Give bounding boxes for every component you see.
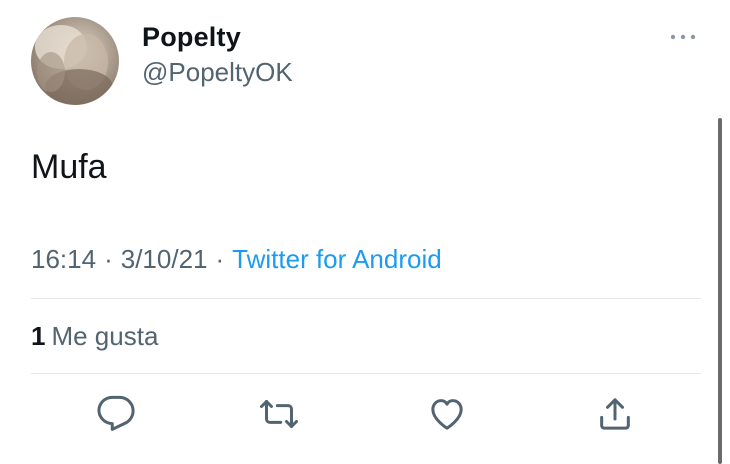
likes-stat[interactable]: 1 Me gusta bbox=[31, 321, 158, 352]
likes-count: 1 bbox=[31, 321, 46, 351]
likes-label: Me gusta bbox=[51, 321, 159, 351]
tweet-time: 16:14 bbox=[31, 244, 97, 274]
tweet-source-link[interactable]: Twitter for Android bbox=[232, 244, 442, 274]
divider bbox=[31, 373, 701, 374]
tweet-detail: Popelty @PopeltyOK Mufa 16:14 · 3/10/21 · Tw… bbox=[0, 0, 730, 464]
display-name[interactable]: Popelty bbox=[142, 22, 241, 53]
reply-icon bbox=[97, 395, 135, 431]
user-handle[interactable]: @PopeltyOK bbox=[142, 57, 293, 88]
meta-separator: · bbox=[104, 244, 113, 274]
like-button[interactable] bbox=[427, 394, 467, 434]
tweet-text: Mufa bbox=[31, 148, 107, 186]
tweet-date: 3/10/21 bbox=[120, 244, 208, 274]
share-icon bbox=[600, 398, 630, 430]
more-horizontal-icon[interactable] bbox=[667, 27, 699, 47]
scrollbar[interactable] bbox=[718, 118, 722, 464]
avatar[interactable] bbox=[31, 17, 119, 105]
reply-button[interactable] bbox=[96, 394, 136, 434]
retweet-icon bbox=[260, 400, 298, 428]
heart-icon bbox=[431, 399, 463, 430]
share-button[interactable] bbox=[595, 394, 635, 434]
avatar-image bbox=[35, 25, 113, 105]
meta-separator: · bbox=[215, 244, 225, 274]
retweet-button[interactable] bbox=[259, 394, 299, 434]
divider bbox=[31, 298, 701, 299]
tweet-meta: 16:14 · 3/10/21 · Twitter for Android bbox=[31, 244, 442, 275]
